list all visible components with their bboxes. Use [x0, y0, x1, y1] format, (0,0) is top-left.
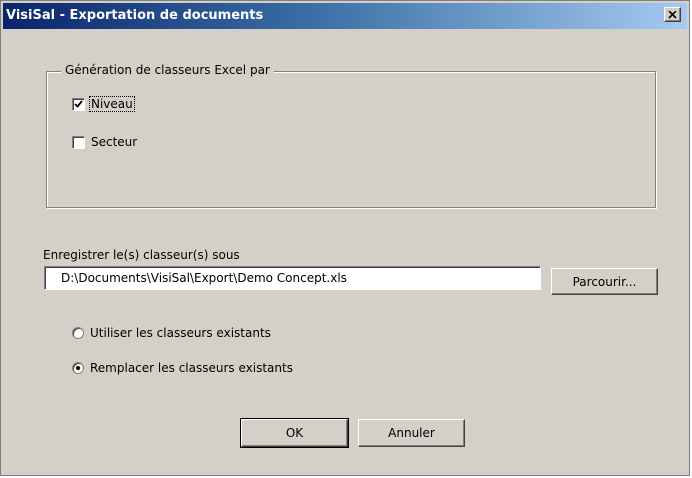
- window-title: VisiSal - Exportation de documents: [6, 8, 264, 23]
- generation-group-legend: Génération de classeurs Excel par: [61, 63, 274, 77]
- save-as-label: Enregistrer le(s) classeur(s) sous: [43, 248, 240, 262]
- ok-button[interactable]: OK: [240, 418, 349, 448]
- close-icon: [668, 10, 677, 19]
- secteur-checkbox[interactable]: [72, 135, 85, 149]
- export-dialog: VisiSal - Exportation de documents Génér…: [0, 0, 690, 476]
- secteur-label[interactable]: Secteur: [90, 135, 138, 149]
- use-existing-radio-row[interactable]: Utiliser les classeurs existants: [72, 326, 271, 340]
- save-path-input[interactable]: [44, 266, 541, 290]
- replace-existing-radio[interactable]: [72, 362, 84, 374]
- checkmark-icon: [74, 99, 83, 108]
- niveau-checkbox-row[interactable]: Niveau: [72, 96, 135, 112]
- radio-selected-dot: [76, 366, 80, 370]
- browse-button[interactable]: Parcourir...: [551, 268, 658, 295]
- niveau-checkbox[interactable]: [72, 97, 85, 111]
- secteur-checkbox-row[interactable]: Secteur: [72, 135, 138, 149]
- replace-existing-radio-row[interactable]: Remplacer les classeurs existants: [72, 361, 293, 375]
- cancel-button[interactable]: Annuler: [358, 419, 465, 447]
- niveau-label[interactable]: Niveau: [89, 96, 135, 112]
- replace-existing-label[interactable]: Remplacer les classeurs existants: [90, 361, 293, 375]
- title-bar[interactable]: VisiSal - Exportation de documents: [3, 3, 687, 29]
- use-existing-label[interactable]: Utiliser les classeurs existants: [90, 326, 271, 340]
- close-button[interactable]: [664, 7, 681, 22]
- use-existing-radio[interactable]: [72, 327, 84, 339]
